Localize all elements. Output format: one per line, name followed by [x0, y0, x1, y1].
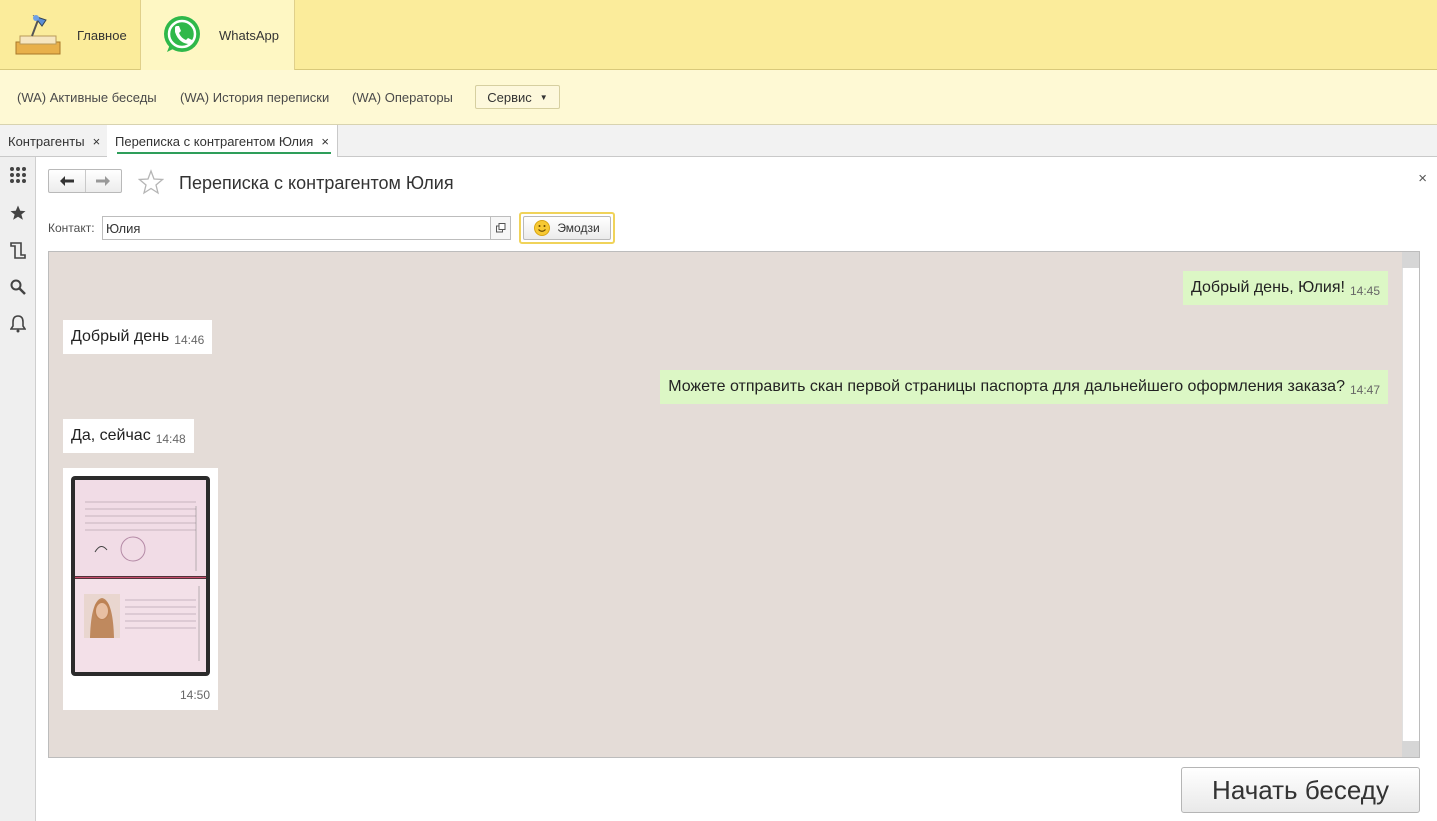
message-time: 14:48 — [155, 432, 186, 446]
start-conversation-button[interactable]: Начать беседу — [1181, 767, 1420, 813]
search-icon[interactable] — [8, 277, 28, 297]
message-incoming: Да, сейчас 14:48 — [63, 419, 194, 453]
back-arrow-icon[interactable] — [49, 170, 85, 192]
tab-conversation[interactable]: Переписка с контрагентом Юлия × — [107, 125, 338, 157]
message-time: 14:46 — [174, 333, 205, 347]
apps-grid-icon[interactable] — [8, 165, 28, 185]
message-outgoing: Добрый день, Юлия! 14:45 — [1182, 271, 1388, 305]
sections-bar: Главное WhatsApp — [0, 0, 1437, 70]
message-time: 14:45 — [1349, 284, 1380, 298]
service-menu-button[interactable]: Сервис ▼ — [475, 85, 560, 109]
tab-label: Контрагенты — [8, 133, 85, 149]
section-whatsapp-label: WhatsApp — [219, 28, 279, 43]
scroll-down-button[interactable] — [1402, 741, 1419, 757]
tab-label: Переписка с контрагентом Юлия — [115, 133, 314, 149]
message-text: Можете отправить скан первой страницы па… — [668, 378, 1345, 395]
link-chat-history[interactable]: (WA) История переписки — [180, 90, 329, 105]
message-text: Да, сейчас — [71, 427, 151, 444]
open-window-icon — [495, 223, 505, 233]
scroll-up-button[interactable] — [1402, 252, 1419, 268]
message-outgoing: Можете отправить скан первой страницы па… — [660, 370, 1388, 404]
message-image[interactable]: 14:50 — [63, 468, 218, 710]
dropdown-caret-icon: ▼ — [539, 92, 548, 102]
close-form-icon[interactable]: × — [1418, 170, 1427, 187]
desk-lamp-icon — [15, 14, 61, 55]
smiley-icon — [534, 220, 551, 236]
chat-area[interactable]: Добрый день, Юлия! 14:45 Добрый день 14:46… — [48, 251, 1420, 758]
form-area: Переписка с контрагентом Юлия × Контакт:… — [36, 157, 1437, 821]
scrollbar-thumb[interactable] — [1402, 268, 1419, 741]
passport-scan-image — [71, 476, 210, 676]
message-text: Добрый день — [71, 328, 170, 345]
message-text: Добрый день, Юлия! — [1190, 279, 1345, 296]
whatsapp-icon — [164, 16, 200, 52]
message-incoming: Добрый день 14:46 — [63, 320, 213, 354]
emoji-button[interactable]: Эмодзи — [519, 212, 615, 244]
link-active-chats[interactable]: (WA) Активные беседы — [17, 90, 157, 105]
history-icon[interactable] — [8, 240, 28, 260]
contact-field[interactable] — [102, 216, 491, 240]
emoji-button-label: Эмодзи — [557, 221, 600, 235]
open-windows-tabs: Контрагенты × Переписка с контрагентом Ю… — [0, 125, 1437, 157]
add-to-favorites-star-icon[interactable] — [138, 169, 164, 195]
chat-scrollbar[interactable] — [1402, 252, 1419, 757]
message-time: 14:50 — [179, 688, 210, 702]
service-menu-label: Сервис — [487, 89, 532, 105]
link-operators[interactable]: (WA) Операторы — [352, 90, 453, 105]
message-time: 14:47 — [1349, 383, 1380, 397]
contact-label: Контакт: — [48, 221, 95, 235]
tab-close-icon[interactable]: × — [93, 134, 101, 149]
tab-close-icon[interactable]: × — [321, 134, 329, 149]
open-contact-button[interactable] — [490, 216, 511, 240]
navigation-buttons — [48, 169, 122, 193]
forward-arrow-icon[interactable] — [84, 170, 121, 192]
favorites-star-icon[interactable] — [8, 203, 28, 223]
left-toolbar — [0, 157, 36, 821]
section-whatsapp[interactable]: WhatsApp — [140, 0, 295, 70]
section-home-label: Главное — [77, 28, 127, 43]
section-home[interactable]: Главное — [0, 0, 140, 70]
function-panel: (WA) Активные беседы (WA) История перепи… — [0, 70, 1437, 125]
notifications-bell-icon[interactable] — [8, 314, 28, 334]
tab-counterparties[interactable]: Контрагенты × — [0, 125, 110, 157]
form-title: Переписка с контрагентом Юлия — [179, 173, 454, 193]
